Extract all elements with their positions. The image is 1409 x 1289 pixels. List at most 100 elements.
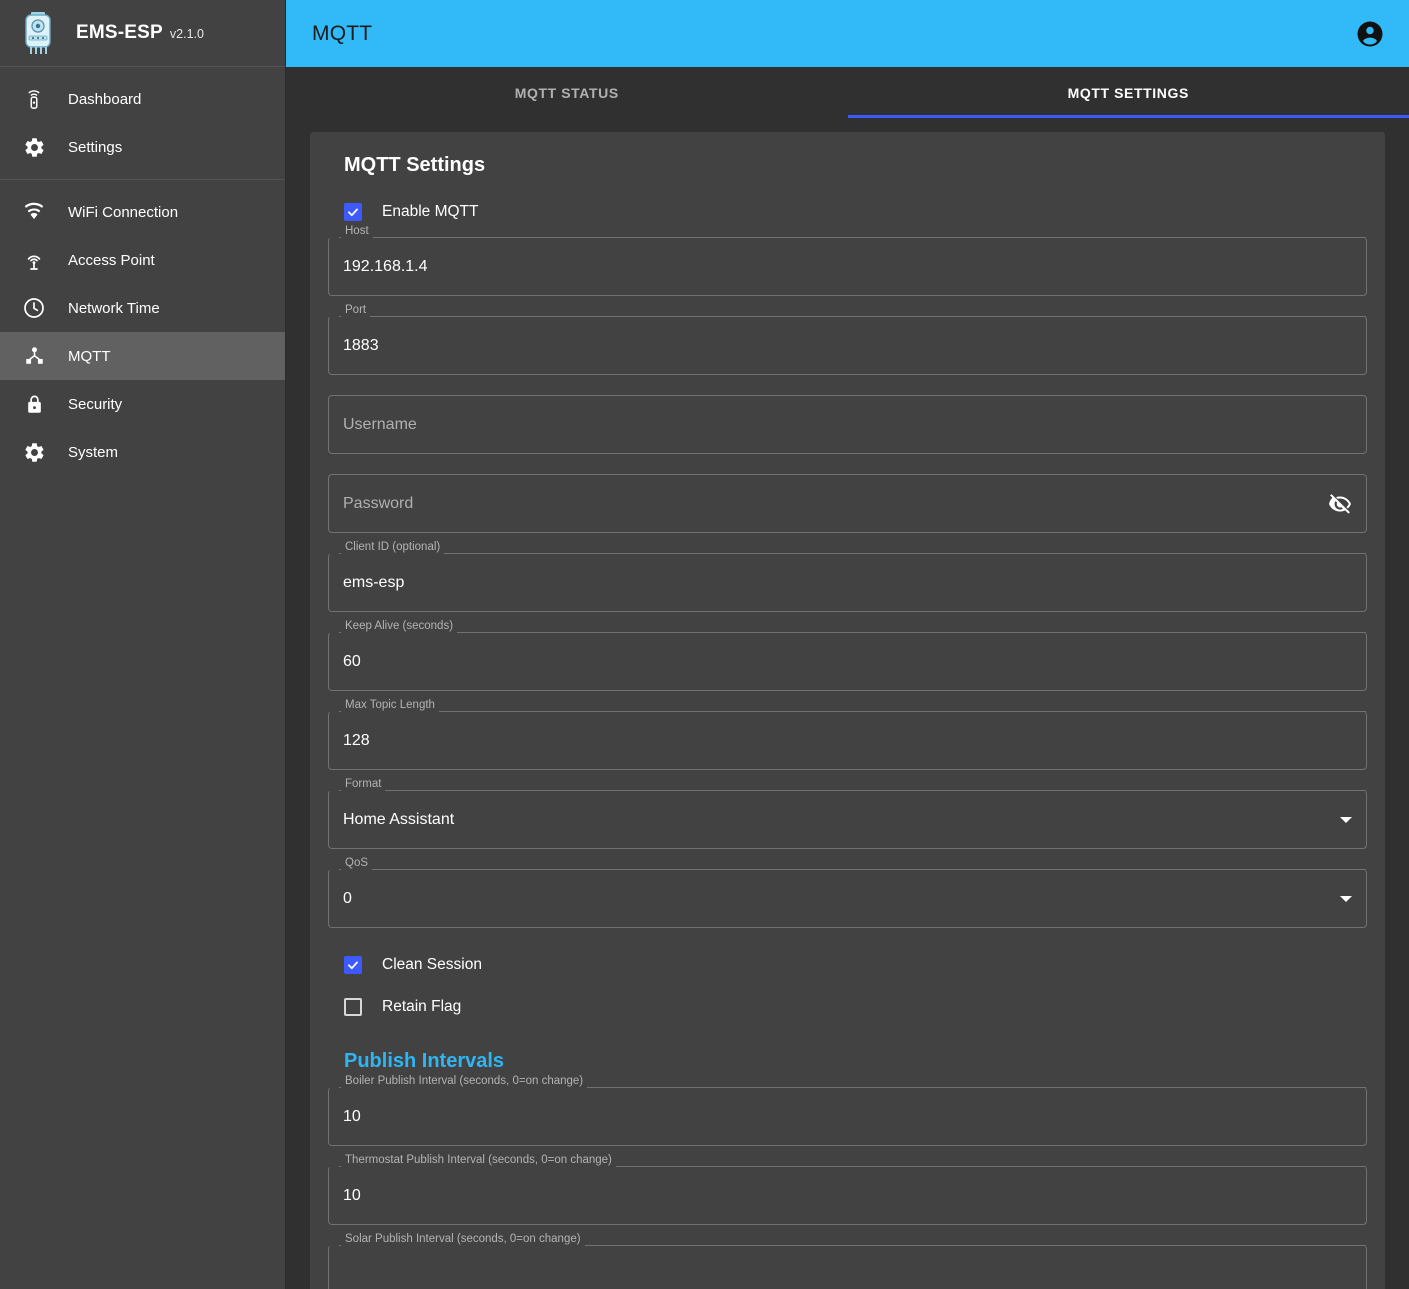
sidebar-item-network-time[interactable]: Network Time [0, 284, 285, 332]
chevron-down-icon[interactable] [1340, 896, 1352, 902]
tab-label: MQTT SETTINGS [1068, 85, 1189, 101]
sidebar-group-primary: Dashboard Settings [0, 67, 285, 179]
retain-flag-label: Retain Flag [382, 998, 461, 1016]
sidebar: EMS-ESP v2.1.0 Dashboard [0, 0, 286, 1289]
client-id-field-legend: Client ID (optional) [341, 541, 444, 553]
sidebar-item-label: System [68, 444, 118, 461]
enable-mqtt-label: Enable MQTT [382, 203, 478, 221]
boiler-icon [20, 11, 56, 55]
username-field-placeholder: Username [343, 417, 417, 433]
thermostat-publish-interval-notch: Thermostat Publish Interval (seconds, 0=… [339, 1166, 1366, 1167]
sidebar-item-label: MQTT [68, 348, 111, 365]
account-circle-icon[interactable] [1355, 19, 1385, 49]
port-field-value: 1883 [343, 338, 379, 354]
sidebar-item-label: Dashboard [68, 91, 141, 108]
tab-label: MQTT STATUS [515, 85, 619, 101]
qos-select[interactable]: QoS 0 [328, 869, 1367, 928]
visibility-off-icon[interactable] [1328, 492, 1352, 516]
sidebar-item-label: Security [68, 396, 122, 413]
tab-mqtt-status[interactable]: MQTT STATUS [286, 67, 848, 118]
max-topic-length-field-value: 128 [343, 733, 370, 749]
port-field[interactable]: Port 1883 [328, 316, 1367, 375]
access-point-icon [12, 248, 56, 272]
solar-publish-interval-legend: Solar Publish Interval (seconds, 0=on ch… [341, 1233, 585, 1245]
qos-select-value: 0 [343, 891, 352, 907]
gear-icon [12, 441, 56, 464]
sidebar-item-access-point[interactable]: Access Point [0, 236, 285, 284]
sidebar-item-system[interactable]: System [0, 428, 285, 476]
keep-alive-field-legend: Keep Alive (seconds) [341, 620, 457, 632]
host-field-notch: Host [339, 237, 1366, 238]
max-topic-length-field-legend: Max Topic Length [341, 699, 439, 711]
enable-mqtt-checkbox-row[interactable]: Enable MQTT [344, 195, 1367, 229]
brand-name: EMS-ESP [76, 22, 163, 44]
device-hub-icon [12, 345, 56, 368]
tab-bar: MQTT STATUS MQTT SETTINGS [286, 67, 1409, 118]
keep-alive-field[interactable]: Keep Alive (seconds) 60 [328, 632, 1367, 691]
sidebar-item-label: Settings [68, 139, 122, 156]
sidebar-item-settings[interactable]: Settings [0, 123, 285, 171]
format-select-legend: Format [341, 778, 385, 790]
solar-publish-interval-field[interactable]: Solar Publish Interval (seconds, 0=on ch… [328, 1245, 1367, 1289]
brand-header: EMS-ESP v2.1.0 [0, 0, 285, 67]
sidebar-item-dashboard[interactable]: Dashboard [0, 75, 285, 123]
host-field[interactable]: Host 192.168.1.4 [328, 237, 1367, 296]
sidebar-item-label: Network Time [68, 300, 160, 317]
max-topic-length-field-notch: Max Topic Length [339, 711, 1366, 712]
thermostat-publish-interval-legend: Thermostat Publish Interval (seconds, 0=… [341, 1154, 616, 1166]
solar-publish-interval-notch: Solar Publish Interval (seconds, 0=on ch… [339, 1245, 1366, 1246]
sidebar-item-security[interactable]: Security [0, 380, 285, 428]
mqtt-settings-card: MQTT Settings Enable MQTT Host [310, 132, 1385, 1289]
port-field-legend: Port [341, 304, 370, 316]
brand-text: EMS-ESP v2.1.0 [76, 22, 204, 44]
qos-select-legend: QoS [341, 857, 372, 869]
boiler-publish-interval-value: 10 [343, 1109, 361, 1125]
retain-flag-checkbox-row[interactable]: Retain Flag [344, 990, 1367, 1024]
brand-version: v2.1.0 [170, 27, 204, 41]
app-bar: MQTT [286, 0, 1409, 67]
sidebar-item-wifi-connection[interactable]: WiFi Connection [0, 188, 285, 236]
sidebar-group-secondary: WiFi Connection Access Point [0, 179, 285, 484]
password-field[interactable]: Password [328, 474, 1367, 533]
clock-icon [12, 296, 56, 320]
boiler-publish-interval-notch: Boiler Publish Interval (seconds, 0=on c… [339, 1087, 1366, 1088]
username-field[interactable]: Username [328, 395, 1367, 454]
format-select-notch: Format [339, 790, 1366, 791]
chevron-down-icon[interactable] [1340, 817, 1352, 823]
client-id-field-value: ems-esp [343, 575, 404, 591]
boiler-publish-interval-legend: Boiler Publish Interval (seconds, 0=on c… [341, 1075, 587, 1087]
sidebar-item-label: Access Point [68, 252, 155, 269]
client-id-field-notch: Client ID (optional) [339, 553, 1366, 554]
publish-intervals-heading: Publish Intervals [344, 1050, 1367, 1073]
tab-mqtt-settings[interactable]: MQTT SETTINGS [848, 67, 1409, 118]
format-select[interactable]: Format Home Assistant [328, 790, 1367, 849]
app-root: EMS-ESP v2.1.0 Dashboard [0, 0, 1409, 1289]
sidebar-item-mqtt[interactable]: MQTT [0, 332, 285, 380]
wifi-icon [12, 200, 56, 224]
qos-select-notch: QoS [339, 869, 1366, 870]
client-id-field[interactable]: Client ID (optional) ems-esp [328, 553, 1367, 612]
content-scroll-area[interactable]: MQTT Settings Enable MQTT Host [286, 118, 1409, 1289]
page-title: MQTT [312, 22, 372, 46]
boiler-publish-interval-field[interactable]: Boiler Publish Interval (seconds, 0=on c… [328, 1087, 1367, 1146]
checkbox-unchecked-icon[interactable] [344, 998, 362, 1016]
checkbox-checked-icon[interactable] [344, 203, 362, 221]
gear-icon [12, 136, 56, 159]
keep-alive-field-notch: Keep Alive (seconds) [339, 632, 1366, 633]
main-area: MQTT MQTT STATUS MQTT SETTINGS MQTT Sett… [286, 0, 1409, 1289]
format-select-value: Home Assistant [343, 812, 454, 828]
clean-session-label: Clean Session [382, 956, 482, 974]
keep-alive-field-value: 60 [343, 654, 361, 670]
lock-icon [12, 393, 56, 416]
checkbox-checked-icon[interactable] [344, 956, 362, 974]
sidebar-item-label: WiFi Connection [68, 204, 178, 221]
dashboard-device-icon [12, 88, 56, 110]
clean-session-checkbox-row[interactable]: Clean Session [344, 948, 1367, 982]
card-title: MQTT Settings [344, 154, 1367, 177]
port-field-notch: Port [339, 316, 1366, 317]
host-field-value: 192.168.1.4 [343, 259, 428, 275]
thermostat-publish-interval-value: 10 [343, 1188, 361, 1204]
password-field-placeholder: Password [343, 496, 413, 512]
max-topic-length-field[interactable]: Max Topic Length 128 [328, 711, 1367, 770]
thermostat-publish-interval-field[interactable]: Thermostat Publish Interval (seconds, 0=… [328, 1166, 1367, 1225]
